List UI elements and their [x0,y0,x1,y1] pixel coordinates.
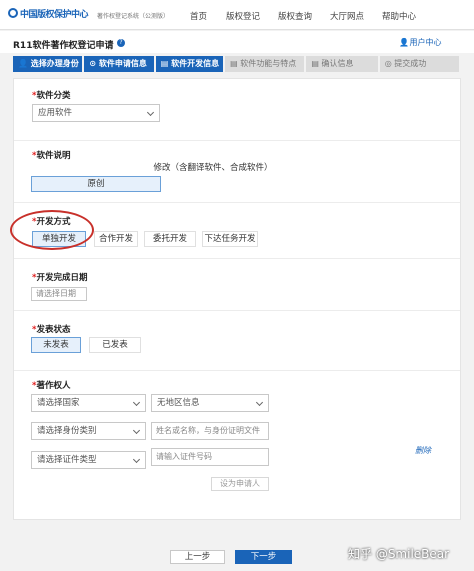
dev-method-assigned-button[interactable]: 下达任务开发 [202,231,258,247]
unpublished-button[interactable]: 未发表 [31,337,81,353]
delete-link[interactable]: 删除 [415,445,431,456]
nav-home[interactable]: 首页 [190,10,207,22]
dev-method-commissioned-button[interactable]: 委托开发 [144,231,196,247]
next-button[interactable]: 下一步 [235,550,292,564]
completion-date-input[interactable]: 请选择日期 [31,287,87,301]
identity-select[interactable]: 请选择身份类别 [31,422,146,440]
nav-service-halls[interactable]: 大厅网点 [330,10,364,22]
step-confirm-info: ▤ 确认信息 [306,56,378,72]
progress-steps: 👤 选择办理身份 ⊙ 软件申请信息 ▤ 软件开发信息 ▤ 软件功能与特点 ▤ 确… [13,56,461,72]
step-select-identity[interactable]: 👤 选择办理身份 [13,56,83,72]
owner-label: *著作权人 [32,381,71,391]
country-select[interactable]: 请选择国家 [31,394,146,412]
category-select[interactable]: 应用软件 [32,104,160,122]
completion-date-label: *开发完成日期 [32,273,88,283]
logo-icon [8,8,18,18]
check-icon: ▤ [311,59,319,68]
dev-method-cooperative-button[interactable]: 合作开发 [94,231,138,247]
doc-icon: ▤ [160,59,169,68]
section-category: *软件分类 应用软件 [14,79,460,141]
cert-number-input[interactable]: 请输入证件号码 [151,448,269,466]
prev-button[interactable]: 上一步 [170,550,225,564]
chevron-down-icon [132,398,141,407]
category-label: *软件分类 [32,91,71,101]
list-icon: ▤ [230,59,238,68]
nav-help-center[interactable]: 帮助中心 [382,10,416,22]
section-publish-status: *发表状态 未发表 已发表 [14,311,460,371]
page-title: R11软件著作权登记申请 [13,41,114,51]
user-icon: 👤 [399,38,409,47]
set-applicant-button[interactable]: 设为申请人 [211,477,269,491]
title-bar: R11软件著作权登记申请 ? 👤 用户中心 [0,31,474,53]
user-center-link[interactable]: 👤 用户中心 [399,37,442,48]
top-bar: 中国版权保护中心 著作权登记系统（公测版） 首页 版权登记 版权查询 大厅网点 … [0,0,474,30]
original-button[interactable]: 原创 [31,176,161,192]
step-submit-success: ◎ 提交成功 [379,56,459,72]
help-icon[interactable]: ? [117,39,125,47]
owner-name-input[interactable]: 姓名或名称，与身份证明文件 [151,422,269,440]
description-label: *软件说明 [32,151,71,161]
nav-copyright-query[interactable]: 版权查询 [278,10,312,22]
system-subtitle: 著作权登记系统（公测版） [97,13,170,20]
region-select[interactable]: 无地区信息 [151,394,269,412]
site-logo[interactable]: 中国版权保护中心 [8,7,89,20]
published-button[interactable]: 已发表 [89,337,141,353]
nav-copyright-registration[interactable]: 版权登记 [226,10,260,22]
annotation-circle [10,210,94,250]
watermark: 知乎 @SmileBear [348,547,450,561]
chevron-down-icon [146,108,155,117]
modified-button[interactable]: 修改（含翻译软件、合成软件） [153,160,273,190]
cert-type-select[interactable]: 请选择证件类型 [31,451,146,469]
user-icon: 👤 [18,59,28,68]
form-card: *软件分类 应用软件 *软件说明 原创 修改（含翻译软件、合成软件） *开发方式… [13,78,461,520]
section-description: *软件说明 原创 修改（含翻译软件、合成软件） [14,141,460,203]
step-software-application[interactable]: ⊙ 软件申请信息 [84,56,154,72]
submit-icon: ◎ [384,59,392,68]
chevron-down-icon [255,398,264,407]
chevron-down-icon [132,455,141,464]
step-software-development[interactable]: ▤ 软件开发信息 [155,56,224,72]
chevron-down-icon [132,426,141,435]
publish-status-label: *发表状态 [32,325,71,335]
section-completion-date: *开发完成日期 请选择日期 [14,259,460,311]
info-icon: ⊙ [89,59,97,68]
step-function-features: ▤ 软件功能与特点 [225,56,305,72]
section-owner: *著作权人 请选择国家 无地区信息 请选择身份类别 姓名或名称，与身份证明文件 … [14,371,460,519]
